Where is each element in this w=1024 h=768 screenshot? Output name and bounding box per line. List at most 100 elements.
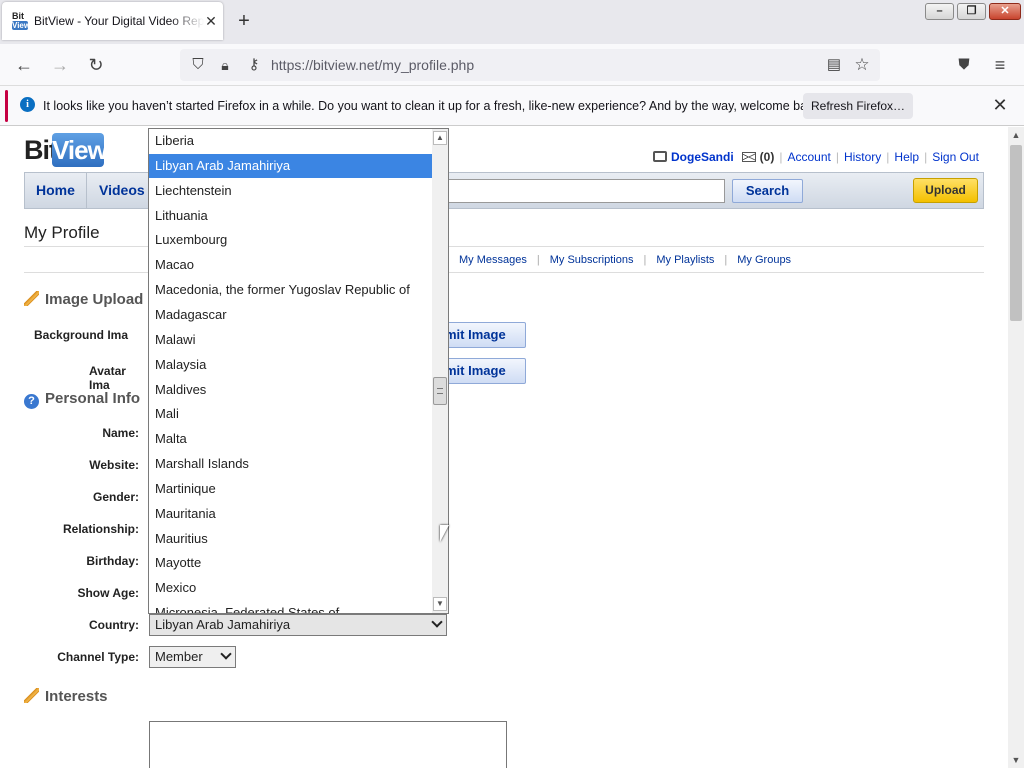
window-restore-button[interactable]: ❐	[957, 3, 986, 20]
country-option[interactable]: Malaysia	[149, 353, 432, 377]
country-option[interactable]: Maldives	[149, 378, 432, 402]
window-minimize-button[interactable]: –	[925, 3, 954, 20]
profile-sublinks: My Messages | My Subscriptions | My Playlist…	[459, 254, 792, 266]
my-subscriptions-link[interactable]: My Subscriptions	[550, 254, 634, 266]
scroll-up-arrow-icon[interactable]: ▲	[1008, 127, 1024, 143]
menu-hamburger-icon[interactable]: ≡	[988, 53, 1012, 77]
country-option[interactable]: Mauritius	[149, 527, 432, 551]
reader-view-icon[interactable]: ▤	[822, 53, 846, 77]
notification-bar: i It looks like you haven’t started Fire…	[0, 86, 1024, 126]
country-option[interactable]: Mexico	[149, 576, 432, 600]
back-arrow-icon[interactable]: ←	[12, 53, 36, 77]
tv-icon	[653, 151, 667, 163]
help-question-icon: ?	[24, 394, 39, 409]
mouse-pointer	[440, 525, 449, 542]
upload-button[interactable]: Upload	[913, 178, 978, 203]
page-title: My Profile	[24, 223, 100, 242]
country-option[interactable]: Libyan Arab Jamahiriya	[149, 153, 432, 178]
country-option[interactable]: Malta	[149, 427, 432, 451]
url-text[interactable]: https://bitview.net/my_profile.php	[271, 57, 474, 73]
submit-background-image-button[interactable]: mit Image	[440, 322, 526, 348]
tab-strip: Bit View BitView - Your Digital Video Re…	[0, 0, 1024, 44]
country-option[interactable]: Mauritania	[149, 502, 432, 526]
dropdown-scroll-down-icon[interactable]: ▼	[433, 597, 447, 611]
scroll-down-arrow-icon[interactable]: ▼	[1008, 752, 1024, 768]
notice-accent-stripe	[5, 90, 8, 122]
gender-label: Gender:	[92, 490, 139, 504]
country-option[interactable]: Marshall Islands	[149, 452, 432, 476]
birthday-label: Birthday:	[86, 554, 139, 568]
country-option[interactable]: Mayotte	[149, 551, 432, 575]
refresh-firefox-button[interactable]: Refresh Firefox…	[803, 93, 913, 119]
chevron-down-icon	[431, 616, 443, 628]
country-option[interactable]: Madagascar	[149, 303, 432, 327]
lock-icon[interactable]: 🔒︎	[213, 53, 237, 77]
tab-close-icon[interactable]: ✕	[201, 11, 221, 31]
channel-type-select[interactable]: Member	[149, 646, 236, 668]
my-playlists-link[interactable]: My Playlists	[656, 254, 714, 266]
country-option[interactable]: Liechtenstein	[149, 179, 432, 203]
background-image-label: Background Ima	[34, 328, 129, 342]
history-link[interactable]: History	[844, 150, 881, 164]
mail-icon[interactable]	[741, 151, 756, 162]
submit-avatar-image-button[interactable]: mit Image	[440, 358, 526, 384]
pocket-icon[interactable]: ⛊	[952, 53, 976, 77]
nav-home[interactable]: Home	[25, 173, 87, 208]
key-icon[interactable]: ⚷	[242, 53, 266, 77]
country-option[interactable]: Micronesia, Federated States of	[149, 601, 432, 613]
nav-videos[interactable]: Videos	[88, 173, 157, 208]
account-link[interactable]: Account	[787, 150, 830, 164]
window-close-button[interactable]: ✕	[989, 3, 1021, 20]
interests-textarea[interactable]	[149, 721, 507, 768]
browser-toolbar: ← → ↻ ⛉ 🔒︎ ⚷ https://bitview.net/my_prof…	[0, 44, 1024, 86]
pencil-icon	[24, 291, 39, 306]
my-groups-link[interactable]: My Groups	[737, 254, 791, 266]
country-label: Country:	[89, 618, 139, 632]
my-messages-link[interactable]: My Messages	[459, 254, 527, 266]
country-option[interactable]: Malawi	[149, 328, 432, 352]
scrollbar-thumb[interactable]	[1010, 145, 1022, 321]
country-option[interactable]: Luxembourg	[149, 228, 432, 252]
country-option[interactable]: Macao	[149, 253, 432, 277]
search-input[interactable]	[445, 179, 725, 203]
country-option[interactable]: Liberia	[149, 129, 432, 153]
country-option[interactable]: Macedonia, the former Yugoslav Republic …	[149, 278, 432, 302]
country-option[interactable]: Mali	[149, 402, 432, 426]
reload-icon[interactable]: ↻	[84, 53, 108, 77]
personal-info-heading: ? Personal Info	[24, 390, 140, 409]
browser-tab[interactable]: Bit View BitView - Your Digital Video Re…	[2, 2, 223, 40]
bitview-favicon-icon: Bit View	[12, 11, 31, 30]
page-scrollbar[interactable]: ▲ ▼	[1008, 127, 1024, 768]
show-age-label: Show Age:	[77, 586, 139, 600]
dropdown-scroll-up-icon[interactable]: ▲	[433, 131, 447, 145]
new-tab-icon[interactable]: +	[234, 10, 254, 32]
forward-arrow-icon[interactable]: →	[48, 53, 72, 77]
chevron-down-icon	[220, 648, 232, 660]
avatar-image-label: Avatar Ima	[89, 364, 126, 392]
name-label: Name:	[102, 426, 139, 440]
message-count[interactable]: (0)	[760, 150, 775, 164]
info-icon: i	[20, 97, 35, 112]
search-button[interactable]: Search	[732, 179, 803, 203]
dropdown-scrollbar-thumb[interactable]	[433, 377, 447, 405]
country-select[interactable]: Libyan Arab Jamahiriya	[149, 614, 447, 636]
notification-text: It looks like you haven’t started Firefo…	[43, 99, 824, 113]
interests-heading: Interests	[24, 688, 108, 705]
sign-out-link[interactable]: Sign Out	[932, 150, 979, 164]
help-link[interactable]: Help	[894, 150, 919, 164]
user-bar: DogeSandi (0) | Account | History | Help | Sign O…	[653, 149, 979, 164]
relationship-label: Relationship:	[62, 522, 139, 536]
username-link[interactable]: DogeSandi	[671, 150, 734, 164]
country-option[interactable]: Lithuania	[149, 204, 432, 228]
image-upload-heading: Image Upload	[24, 291, 143, 308]
close-icon[interactable]: ✕	[990, 95, 1010, 115]
country-dropdown-list[interactable]: Liberia Libyan Arab Jamahiriya Liechtenste…	[148, 128, 449, 614]
pencil-icon	[24, 688, 39, 703]
shield-icon[interactable]: ⛉	[186, 53, 210, 77]
tab-title: BitView - Your Digital Video Repository	[34, 14, 204, 28]
bookmark-star-icon[interactable]: ☆	[850, 53, 874, 77]
channel-type-label: Channel Type:	[57, 650, 139, 664]
country-option[interactable]: Martinique	[149, 477, 432, 501]
website-label: Website:	[89, 458, 139, 472]
address-bar[interactable]: ⛉ 🔒︎ ⚷ https://bitview.net/my_profile.ph…	[180, 49, 880, 81]
